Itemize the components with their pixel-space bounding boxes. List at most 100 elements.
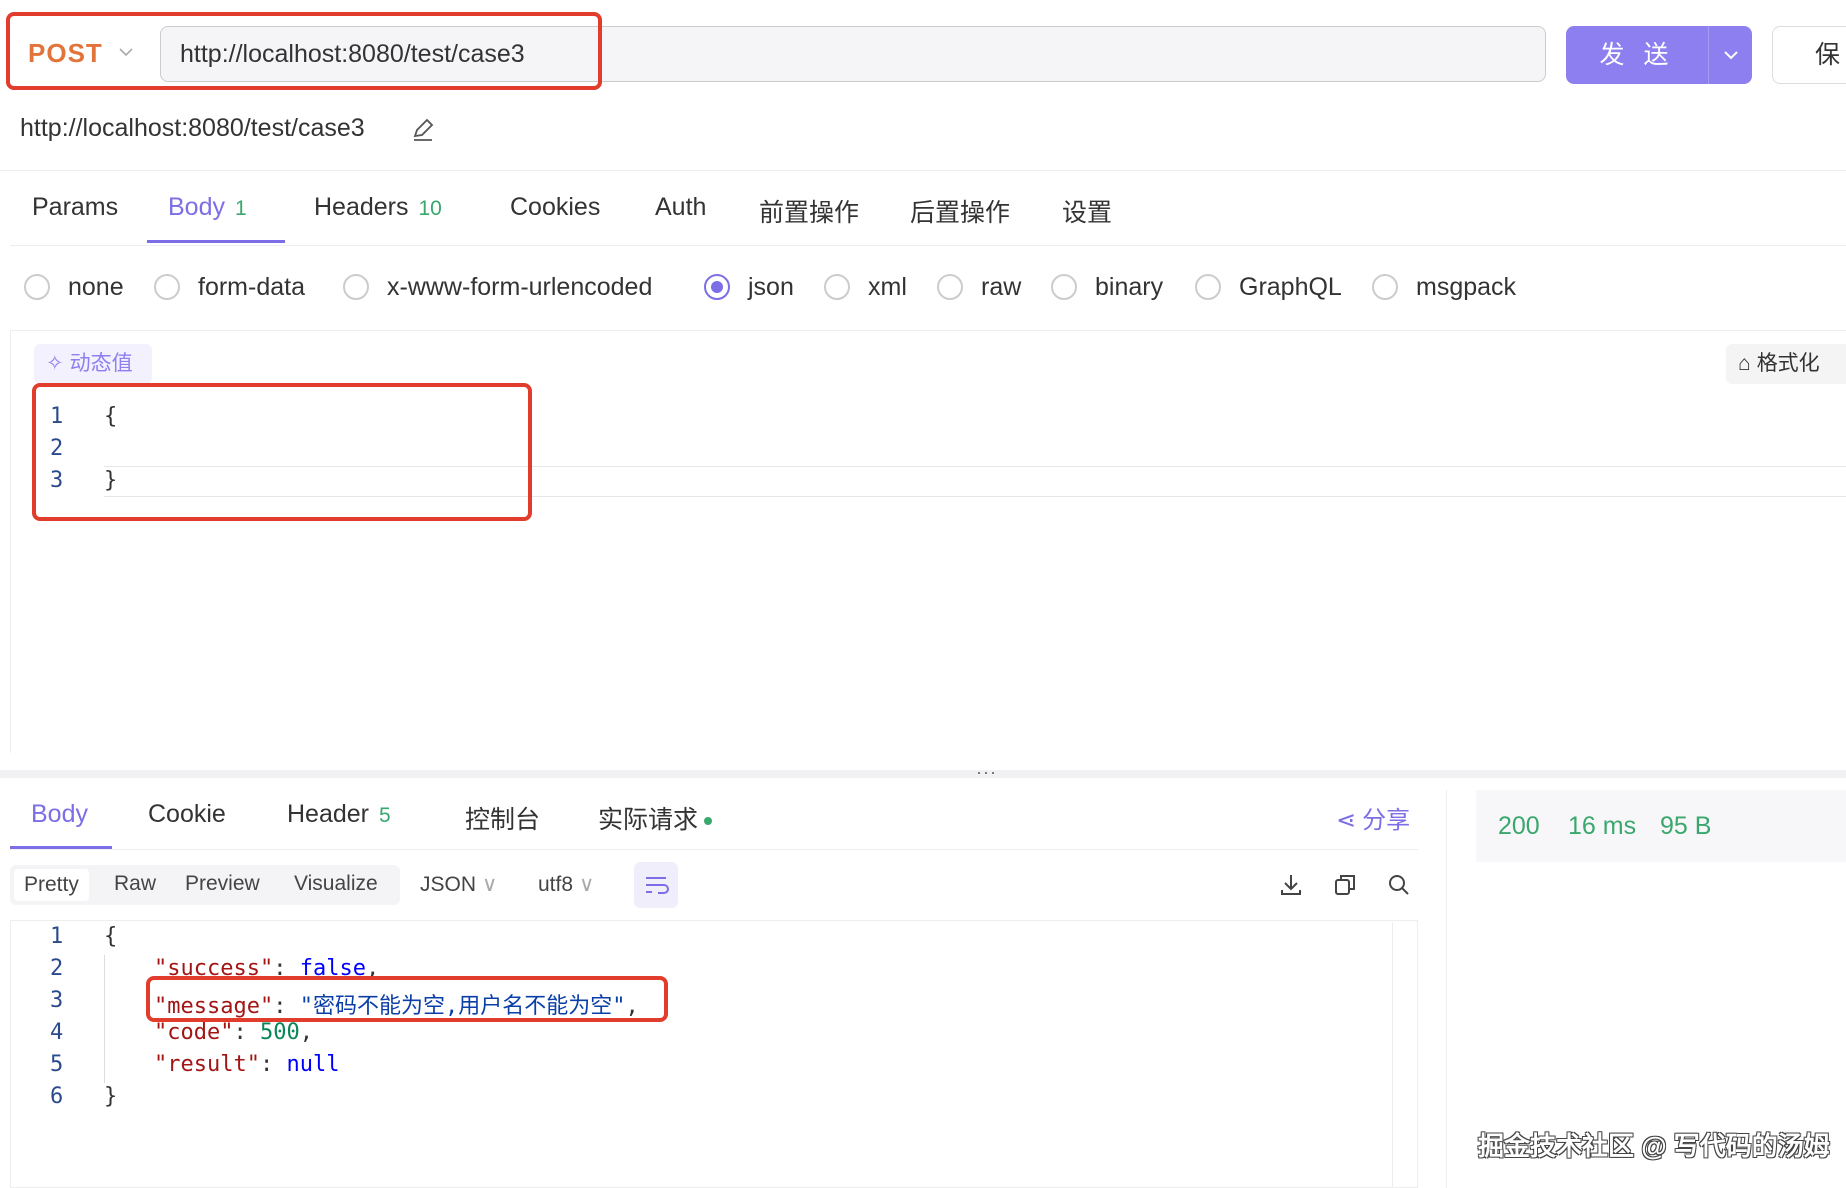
search-icon[interactable] xyxy=(1386,872,1412,898)
line-number: 1 xyxy=(50,924,64,949)
dynamic-value-button[interactable]: ✧ 动态值 xyxy=(34,344,152,384)
tab-label: 实际请求 xyxy=(598,806,699,834)
radio-label: xml xyxy=(868,272,907,301)
share-label: 分享 xyxy=(1362,807,1411,834)
format-button[interactable]: ⌂ 格式化 xyxy=(1726,344,1846,384)
panel-splitter[interactable] xyxy=(0,770,1846,778)
json-key: "result" xyxy=(154,1052,260,1077)
radio-label: form-data xyxy=(198,272,305,301)
indent-guide xyxy=(104,955,105,1083)
json-key: "code" xyxy=(154,1020,234,1045)
line-number: 5 xyxy=(50,1052,64,1077)
scrollbar-track[interactable] xyxy=(1392,922,1393,1188)
download-icon[interactable] xyxy=(1278,872,1304,898)
status-dot xyxy=(704,817,713,826)
response-time: 16 ms xyxy=(1568,812,1637,840)
radio-raw[interactable]: raw xyxy=(937,272,1021,302)
tab-label: 设置 xyxy=(1062,199,1113,227)
tab-body[interactable]: Body 1 xyxy=(168,193,247,222)
save-button[interactable]: 保 xyxy=(1772,26,1846,84)
json-line: "result": null xyxy=(154,1052,340,1077)
tab-label: Cookies xyxy=(510,193,601,221)
radio-label: none xyxy=(68,272,124,301)
radio-circle xyxy=(343,274,369,300)
tab-count: 1 xyxy=(234,197,247,220)
radio-msgpack[interactable]: msgpack xyxy=(1372,272,1516,302)
status-code: 200 xyxy=(1498,812,1540,840)
highlight-box-url xyxy=(6,12,602,90)
radio-none[interactable]: none xyxy=(24,272,124,302)
view-raw[interactable]: Raw xyxy=(114,872,156,896)
tab-label: 前置操作 xyxy=(759,199,860,227)
tab-label: Body xyxy=(168,193,225,221)
response-size: 95 B xyxy=(1660,812,1712,840)
response-tab-header[interactable]: Header 5 xyxy=(287,800,391,829)
radio-label: raw xyxy=(981,272,1022,301)
tab-label: Header xyxy=(287,800,369,828)
response-tab-actual-request[interactable]: 实际请求 xyxy=(598,800,713,836)
view-preview[interactable]: Preview xyxy=(185,872,260,896)
format-value: JSON xyxy=(420,873,477,896)
watermark: 掘金技术社区 @ 写代码的汤姆 xyxy=(1478,1131,1830,1161)
copy-icon[interactable] xyxy=(1332,872,1358,898)
tab-count: 10 xyxy=(418,197,442,220)
format-select[interactable]: JSON ∨ xyxy=(420,872,497,897)
drag-handle-icon[interactable]: ··· xyxy=(976,762,997,783)
response-tab-body[interactable]: Body xyxy=(31,800,88,829)
radio-form-data[interactable]: form-data xyxy=(154,272,305,302)
tab-count: 5 xyxy=(379,804,391,827)
json-line: { xyxy=(104,924,118,949)
radio-circle xyxy=(24,274,50,300)
encoding-select[interactable]: utf8 ∨ xyxy=(538,872,594,897)
tab-post-actions[interactable]: 后置操作 xyxy=(910,193,1010,229)
radio-circle xyxy=(937,274,963,300)
divider xyxy=(10,245,1846,246)
line-number: 2 xyxy=(50,956,64,981)
tab-label: Auth xyxy=(655,193,707,221)
format-label: 格式化 xyxy=(1756,352,1820,375)
json-value: null xyxy=(286,1052,340,1077)
tab-auth[interactable]: Auth xyxy=(655,193,706,222)
share-button[interactable]: ⋖ 分享 xyxy=(1336,800,1410,835)
view-visualize[interactable]: Visualize xyxy=(294,872,378,896)
request-name: http://localhost:8080/test/case3 xyxy=(20,114,365,142)
radio-label: x-www-form-urlencoded xyxy=(387,272,653,301)
radio-urlencoded[interactable]: x-www-form-urlencoded xyxy=(343,272,652,302)
radio-binary[interactable]: binary xyxy=(1051,272,1163,302)
wrap-lines-button[interactable] xyxy=(634,862,678,908)
response-tab-console[interactable]: 控制台 xyxy=(465,800,540,836)
radio-circle xyxy=(824,274,850,300)
radio-label: GraphQL xyxy=(1239,272,1342,301)
radio-label: msgpack xyxy=(1416,272,1517,301)
wrap-icon xyxy=(646,877,669,894)
tab-label: 控制台 xyxy=(465,806,541,834)
chevron-down-icon: ∨ xyxy=(482,873,498,896)
highlight-box-body xyxy=(32,383,532,521)
response-tab-cookie[interactable]: Cookie xyxy=(148,800,226,829)
send-options-button[interactable] xyxy=(1708,26,1752,84)
divider xyxy=(0,170,1846,171)
radio-xml[interactable]: xml xyxy=(824,272,907,302)
edit-icon[interactable] xyxy=(410,116,436,142)
radio-circle xyxy=(1051,274,1077,300)
tab-label: Headers xyxy=(314,193,409,221)
view-pretty[interactable]: Pretty xyxy=(14,869,89,901)
line-number: 3 xyxy=(50,988,64,1013)
send-button[interactable]: 发 送 xyxy=(1566,26,1708,84)
tab-settings[interactable]: 设置 xyxy=(1062,193,1112,229)
json-line: } xyxy=(104,1084,118,1109)
encoding-value: utf8 xyxy=(538,873,574,896)
line-number: 4 xyxy=(50,1020,64,1045)
radio-json[interactable]: json xyxy=(704,272,794,302)
radio-circle xyxy=(704,274,730,300)
radio-circle xyxy=(1372,274,1398,300)
tab-headers[interactable]: Headers 10 xyxy=(314,193,442,222)
tab-cookies[interactable]: Cookies xyxy=(510,193,600,222)
radio-graphql[interactable]: GraphQL xyxy=(1195,272,1342,302)
tab-pre-actions[interactable]: 前置操作 xyxy=(759,193,859,229)
radio-circle xyxy=(1195,274,1221,300)
share-icon: ⋖ xyxy=(1336,807,1357,834)
tab-label: Params xyxy=(32,193,119,221)
radio-circle xyxy=(154,274,180,300)
tab-params[interactable]: Params xyxy=(32,193,118,222)
